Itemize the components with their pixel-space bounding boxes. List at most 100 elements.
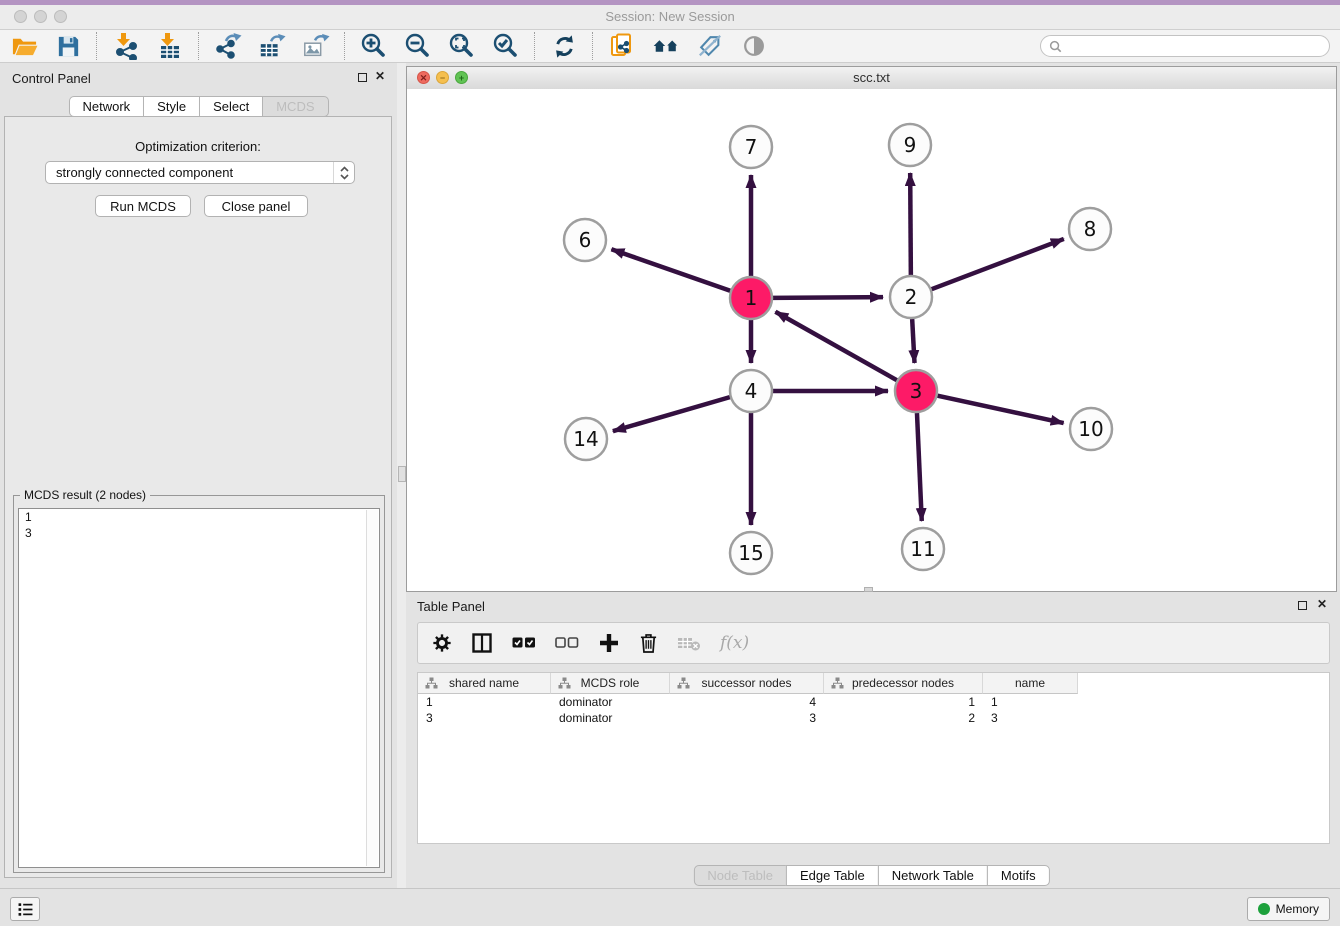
list-icon — [17, 901, 34, 918]
graph-node-4[interactable]: 4 — [730, 370, 772, 412]
graph-edge-4-14[interactable] — [613, 397, 730, 431]
run-mcds-button[interactable]: Run MCDS — [95, 195, 191, 217]
column-header-mcds-role[interactable]: MCDS role — [551, 673, 670, 694]
column-header-label: shared name — [449, 676, 519, 690]
splitter-handle[interactable] — [398, 466, 406, 482]
table-cell-predecessor-nodes[interactable]: 2 — [824, 710, 983, 726]
birds-eye-view-icon[interactable] — [740, 32, 768, 60]
zoom-in-icon[interactable] — [360, 32, 388, 60]
table-cell-name[interactable]: 3 — [983, 710, 1078, 726]
close-table-panel-icon[interactable]: ✕ — [1317, 597, 1327, 611]
export-image-icon[interactable] — [302, 32, 330, 60]
graph-edge-1-6[interactable] — [611, 249, 730, 291]
graph-node-label: 3 — [910, 379, 923, 403]
table-toolbar: f(x) — [417, 622, 1330, 664]
criterion-value: strongly connected component — [46, 165, 333, 180]
mcds-result-title: MCDS result (2 nodes) — [20, 488, 150, 502]
graph-node-6[interactable]: 6 — [564, 219, 606, 261]
table-cell-predecessor-nodes[interactable]: 1 — [824, 694, 983, 710]
add-row-icon[interactable] — [598, 632, 620, 654]
titlebar[interactable]: Session: New Session — [0, 5, 1340, 30]
memory-button[interactable]: Memory — [1247, 897, 1330, 921]
export-table-icon[interactable] — [258, 32, 286, 60]
memory-status-icon — [1258, 903, 1270, 915]
network-canvas[interactable]: 7 9 6 8 1 2 4 3 14 10 15 11 — [407, 89, 1336, 591]
zoom-selected-icon[interactable] — [492, 32, 520, 60]
graph-node-3[interactable]: 3 — [895, 370, 937, 412]
tab-edge-table[interactable]: Edge Table — [786, 865, 879, 886]
hide-labels-icon[interactable] — [696, 32, 724, 60]
graph-node-8[interactable]: 8 — [1069, 208, 1111, 250]
import-table-icon[interactable] — [156, 32, 184, 60]
criterion-select[interactable]: strongly connected component — [45, 161, 355, 184]
graph-edge-2-3[interactable] — [912, 319, 914, 363]
import-network-icon[interactable] — [112, 32, 140, 60]
column-header-successor-nodes[interactable]: successor nodes — [670, 673, 824, 694]
table-row[interactable]: 1dominator411 — [418, 694, 1329, 710]
graph-edge-2-8[interactable] — [932, 239, 1064, 289]
table-cell-mcds-role[interactable]: dominator — [551, 710, 670, 726]
graph-node-7[interactable]: 7 — [730, 126, 772, 168]
float-panel-icon[interactable] — [358, 73, 367, 82]
tab-style[interactable]: Style — [143, 96, 200, 117]
search-input[interactable] — [1067, 38, 1321, 54]
tab-select[interactable]: Select — [199, 96, 263, 117]
tab-network-table[interactable]: Network Table — [878, 865, 988, 886]
clone-network-icon[interactable] — [608, 32, 636, 60]
graph-node-2[interactable]: 2 — [890, 276, 932, 318]
graph-node-11[interactable]: 11 — [902, 528, 944, 570]
column-header-shared-name[interactable]: shared name — [418, 673, 551, 694]
table-cell-mcds-role[interactable]: dominator — [551, 694, 670, 710]
tab-mcds[interactable]: MCDS — [262, 96, 328, 117]
graph-node-9[interactable]: 9 — [889, 124, 931, 166]
delete-row-icon[interactable] — [639, 632, 658, 654]
vertical-splitter[interactable] — [397, 63, 406, 888]
column-header-name[interactable]: name — [983, 673, 1078, 694]
table-cell-shared-name[interactable]: 3 — [418, 710, 551, 726]
graph-edge-2-9[interactable] — [910, 173, 911, 275]
result-scrollbar[interactable] — [366, 510, 378, 866]
column-header-predecessor-nodes[interactable]: predecessor nodes — [824, 673, 983, 694]
close-panel-button[interactable]: Close panel — [204, 195, 308, 217]
graph-node-1[interactable]: 1 — [730, 277, 772, 319]
graph-edge-3-10[interactable] — [937, 396, 1063, 423]
home-networks-icon[interactable] — [652, 32, 680, 60]
save-session-icon[interactable] — [54, 32, 82, 60]
table-cell-successor-nodes[interactable]: 4 — [670, 694, 824, 710]
deselect-all-icon[interactable] — [555, 636, 579, 650]
network-window-titlebar[interactable]: ✕ − + scc.txt — [407, 67, 1336, 90]
export-network-icon[interactable] — [214, 32, 242, 60]
graph-edge-3-11[interactable] — [917, 413, 922, 521]
table-cell-shared-name[interactable]: 1 — [418, 694, 551, 710]
tab-motifs[interactable]: Motifs — [987, 865, 1050, 886]
select-all-icon[interactable] — [512, 636, 536, 650]
graph-node-15[interactable]: 15 — [730, 532, 772, 574]
float-table-panel-icon[interactable] — [1298, 601, 1307, 610]
network-graph[interactable]: 7 9 6 8 1 2 4 3 14 10 15 11 — [407, 89, 1336, 591]
network-view-window: ✕ − + scc.txt 7 9 6 8 1 2 4 3 14 10 15 11 — [406, 66, 1337, 592]
zoom-out-icon[interactable] — [404, 32, 432, 60]
table-cell-name[interactable]: 1 — [983, 694, 1078, 710]
table-row[interactable]: 3dominator323 — [418, 710, 1329, 726]
open-session-icon[interactable] — [10, 32, 38, 60]
toolbar-separator — [534, 32, 536, 60]
tab-network[interactable]: Network — [68, 96, 144, 117]
graph-node-label: 15 — [738, 541, 763, 565]
graph-edge-3-1[interactable] — [775, 312, 896, 380]
graph-node-label: 2 — [905, 285, 918, 309]
graph-node-10[interactable]: 10 — [1070, 408, 1112, 450]
mcds-result-area[interactable]: 13 — [18, 508, 380, 868]
graph-node-14[interactable]: 14 — [565, 418, 607, 460]
table-cell-successor-nodes[interactable]: 3 — [670, 710, 824, 726]
search-box[interactable] — [1040, 35, 1330, 57]
tab-node-table[interactable]: Node Table — [693, 865, 787, 886]
table-settings-gear-icon[interactable] — [432, 633, 452, 653]
select-stepper-icon — [333, 162, 354, 183]
window-title: Session: New Session — [0, 9, 1340, 24]
close-panel-icon[interactable]: ✕ — [375, 69, 385, 83]
zoom-fit-icon[interactable] — [448, 32, 476, 60]
task-history-button[interactable] — [10, 897, 40, 921]
refresh-icon[interactable] — [550, 32, 578, 60]
show-columns-icon[interactable] — [471, 632, 493, 654]
graph-edge-1-2[interactable] — [773, 297, 883, 298]
